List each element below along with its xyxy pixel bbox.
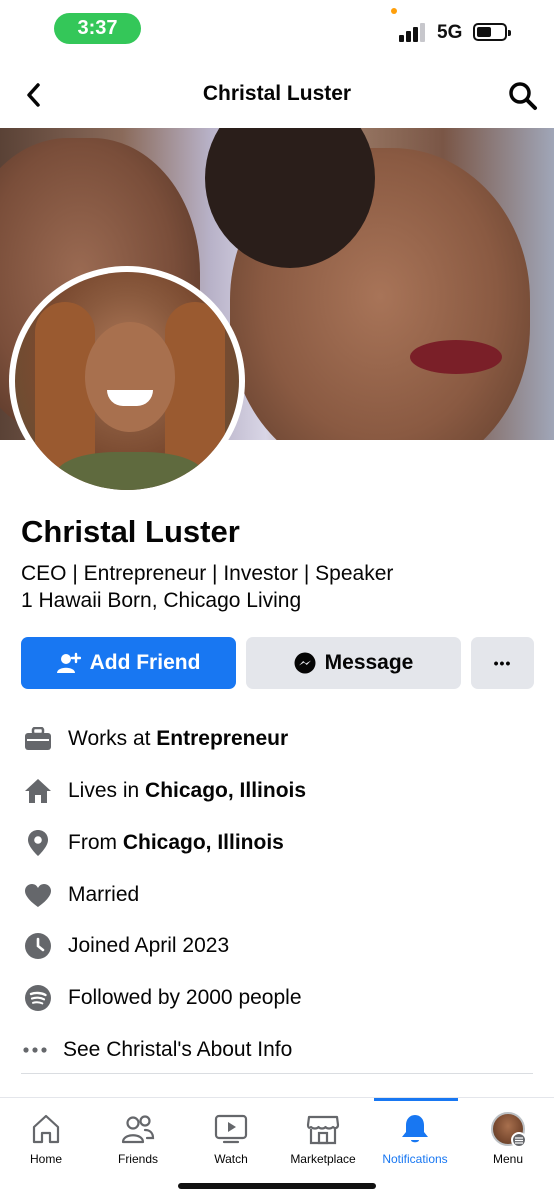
tab-label: Watch xyxy=(214,1152,248,1166)
search-button[interactable] xyxy=(506,79,540,113)
network-type: 5G xyxy=(437,22,463,43)
info-label: Joined April 2023 xyxy=(68,934,230,957)
info-row-work: Works at Entrepreneur xyxy=(21,719,541,759)
profile-bio: CEO | Entrepreneur | Investor | Speaker … xyxy=(21,560,393,614)
privacy-indicator-icon xyxy=(391,8,397,14)
tab-home[interactable]: Home xyxy=(0,1098,92,1178)
info-row-followers: Followed by 2000 people xyxy=(21,978,541,1018)
info-value: Chicago, Illinois xyxy=(145,779,307,802)
tab-label: Menu xyxy=(492,1152,524,1166)
heart-icon xyxy=(21,878,55,912)
home-indicator xyxy=(178,1183,376,1189)
see-about-info-link[interactable]: See Christal's About Info xyxy=(21,1030,541,1070)
page-title: Christal Luster xyxy=(202,82,352,105)
location-pin-icon xyxy=(21,826,55,860)
info-label: See Christal's About Info xyxy=(63,1038,293,1061)
friends-tab-icon xyxy=(121,1112,155,1146)
signal-icon xyxy=(399,22,429,42)
bio-line: 1 Hawaii Born, Chicago Living xyxy=(21,589,302,612)
home-icon xyxy=(21,774,55,808)
add-friend-button[interactable]: Add Friend xyxy=(21,637,236,689)
info-label: Works at xyxy=(68,727,157,750)
messenger-icon xyxy=(294,652,316,674)
message-button[interactable]: Message xyxy=(246,637,461,689)
briefcase-icon xyxy=(21,722,55,756)
tab-label: Friends xyxy=(117,1152,158,1166)
info-row-relationship: Married xyxy=(21,875,541,915)
info-label: Married xyxy=(68,883,140,906)
search-icon xyxy=(509,82,537,110)
bell-tab-icon xyxy=(400,1112,430,1146)
tab-friends[interactable]: Friends xyxy=(92,1098,184,1178)
tab-marketplace[interactable]: Marketplace xyxy=(277,1098,369,1178)
add-friend-label: Add Friend xyxy=(89,651,201,674)
tab-label: Marketplace xyxy=(290,1152,356,1166)
status-time: 3:37 xyxy=(54,13,141,44)
info-value: Chicago, Illinois xyxy=(122,831,284,854)
battery-icon xyxy=(473,23,511,41)
rss-icon xyxy=(21,981,55,1015)
info-row-lives: Lives in Chicago, Illinois xyxy=(21,771,541,811)
bio-line: CEO | Entrepreneur | Investor | Speaker xyxy=(21,562,394,585)
add-person-icon xyxy=(56,652,81,674)
tab-label: Home xyxy=(29,1152,62,1166)
info-label: Followed by 2000 people xyxy=(68,986,302,1009)
info-row-from: From Chicago, Illinois xyxy=(21,823,541,863)
profile-avatar[interactable] xyxy=(15,272,239,490)
message-label: Message xyxy=(324,651,414,674)
tab-watch[interactable]: Watch xyxy=(185,1098,277,1178)
info-row-joined: Joined April 2023 xyxy=(21,926,541,966)
ellipsis-icon xyxy=(21,1033,49,1067)
more-options-button[interactable]: ••• xyxy=(471,637,534,689)
tab-notifications[interactable]: Notifications xyxy=(369,1098,461,1178)
home-tab-icon xyxy=(30,1112,62,1146)
info-value: Entrepreneur xyxy=(156,727,289,750)
divider xyxy=(21,1073,533,1074)
menu-avatar-icon xyxy=(491,1112,527,1148)
tab-menu[interactable]: Menu xyxy=(462,1098,554,1178)
ellipsis-icon: ••• xyxy=(493,655,512,671)
marketplace-tab-icon xyxy=(306,1112,340,1146)
info-label: From xyxy=(68,831,123,854)
watch-tab-icon xyxy=(214,1112,248,1146)
info-label: Lives in xyxy=(68,779,146,802)
menu-badge-icon xyxy=(511,1132,527,1148)
status-bar: 3:37 5G xyxy=(0,0,554,62)
clock-icon xyxy=(21,929,55,963)
tab-label: Notifications xyxy=(382,1152,448,1166)
nav-header: Christal Luster xyxy=(0,62,554,128)
profile-name: Christal Luster xyxy=(21,514,240,549)
